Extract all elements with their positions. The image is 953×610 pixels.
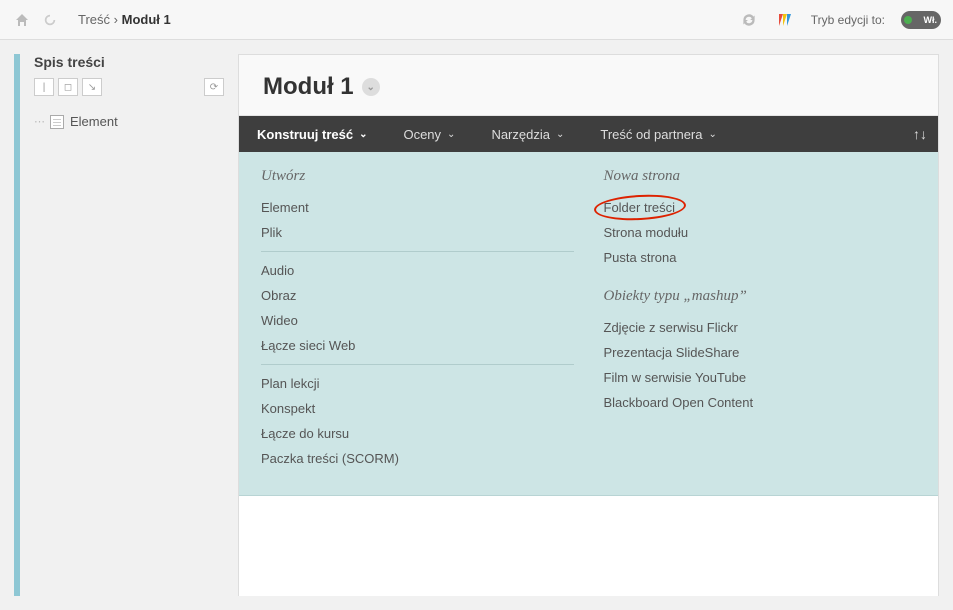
sidebar: Spis treści | ◻ ↘ ⟳ ⋯ Element [34, 54, 224, 596]
menu-construct-content[interactable]: Konstruuj treść ⌄ [239, 116, 385, 152]
construct-dropdown: Utwórz Element Plik Audio Obraz Wideo Łą… [239, 152, 938, 496]
sidebar-title: Spis treści [34, 54, 224, 70]
tool-refresh-icon[interactable]: ⟳ [204, 78, 224, 96]
tool-collapse[interactable]: | [34, 78, 54, 96]
create-item-file[interactable]: Plik [261, 220, 574, 245]
recycle-icon[interactable] [40, 10, 60, 30]
dropdown-col-newpage: Nowa strona Folder treści Strona modułu … [604, 168, 917, 471]
breadcrumb: Treść › Moduł 1 [78, 12, 171, 27]
home-icon[interactable] [12, 10, 32, 30]
title-menu-icon[interactable]: ⌄ [362, 78, 380, 96]
menu-grades[interactable]: Oceny ⌄ [385, 116, 473, 152]
mashup-item-flickr[interactable]: Zdjęcie z serwisu Flickr [604, 315, 917, 340]
create-item-scorm[interactable]: Paczka treści (SCORM) [261, 446, 574, 471]
page-icon [50, 115, 64, 129]
chevron-down-icon: ⌄ [359, 129, 367, 140]
create-item-course-link[interactable]: Łącze do kursu [261, 421, 574, 446]
tool-box[interactable]: ◻ [58, 78, 78, 96]
create-item-lesson-plan[interactable]: Plan lekcji [261, 371, 574, 396]
newpage-heading: Nowa strona [604, 168, 917, 185]
create-item-syllabus[interactable]: Konspekt [261, 396, 574, 421]
content-body [239, 496, 938, 596]
create-heading: Utwórz [261, 168, 574, 185]
content-header: Moduł 1 ⌄ [239, 55, 938, 116]
menu-partner-content[interactable]: Treść od partnera ⌄ [582, 116, 735, 152]
left-accent-bar [14, 54, 20, 596]
dropdown-col-create: Utwórz Element Plik Audio Obraz Wideo Łą… [261, 168, 574, 471]
create-item-video[interactable]: Wideo [261, 308, 574, 333]
create-item-weblink[interactable]: Łącze sieci Web [261, 333, 574, 358]
sync-icon[interactable] [739, 10, 759, 30]
tool-arrow[interactable]: ↘ [82, 78, 102, 96]
toggle-state: Wł. [924, 15, 938, 25]
newpage-item-content-folder[interactable]: Folder treści [604, 195, 917, 220]
newpage-item-blank-page[interactable]: Pusta strona [604, 245, 917, 270]
create-item-element[interactable]: Element [261, 195, 574, 220]
topbar: Treść › Moduł 1 Tryb edycji to: Wł. [0, 0, 953, 40]
tree-connector-icon: ⋯ [34, 115, 44, 128]
menu-tools[interactable]: Narzędzia ⌄ [473, 116, 582, 152]
mashup-heading: Obiekty typu „mashup” [604, 288, 917, 305]
sidebar-item-element[interactable]: ⋯ Element [34, 110, 224, 133]
edit-mode-toggle[interactable]: Wł. [901, 11, 941, 29]
chevron-down-icon: ⌄ [708, 129, 716, 140]
create-item-audio[interactable]: Audio [261, 258, 574, 283]
edit-mode-label: Tryb edycji to: [811, 13, 885, 27]
content-area: Moduł 1 ⌄ Konstruuj treść ⌄ Oceny ⌄ Narz… [238, 54, 939, 596]
breadcrumb-current: Moduł 1 [122, 12, 171, 27]
chevron-down-icon: ⌄ [556, 129, 564, 140]
mashup-item-youtube[interactable]: Film w serwisie YouTube [604, 365, 917, 390]
breadcrumb-root[interactable]: Treść [78, 12, 110, 27]
sidebar-item-label: Element [70, 114, 118, 129]
chevron-down-icon: ⌄ [447, 129, 455, 140]
newpage-item-module-page[interactable]: Strona modułu [604, 220, 917, 245]
mashup-item-slideshare[interactable]: Prezentacja SlideShare [604, 340, 917, 365]
create-item-image[interactable]: Obraz [261, 283, 574, 308]
theme-icon[interactable] [775, 10, 795, 30]
sort-icon[interactable]: ↑↓ [902, 116, 938, 152]
page-title: Moduł 1 ⌄ [263, 73, 380, 101]
menubar: Konstruuj treść ⌄ Oceny ⌄ Narzędzia ⌄ Tr… [239, 116, 938, 152]
mashup-item-open-content[interactable]: Blackboard Open Content [604, 390, 917, 415]
